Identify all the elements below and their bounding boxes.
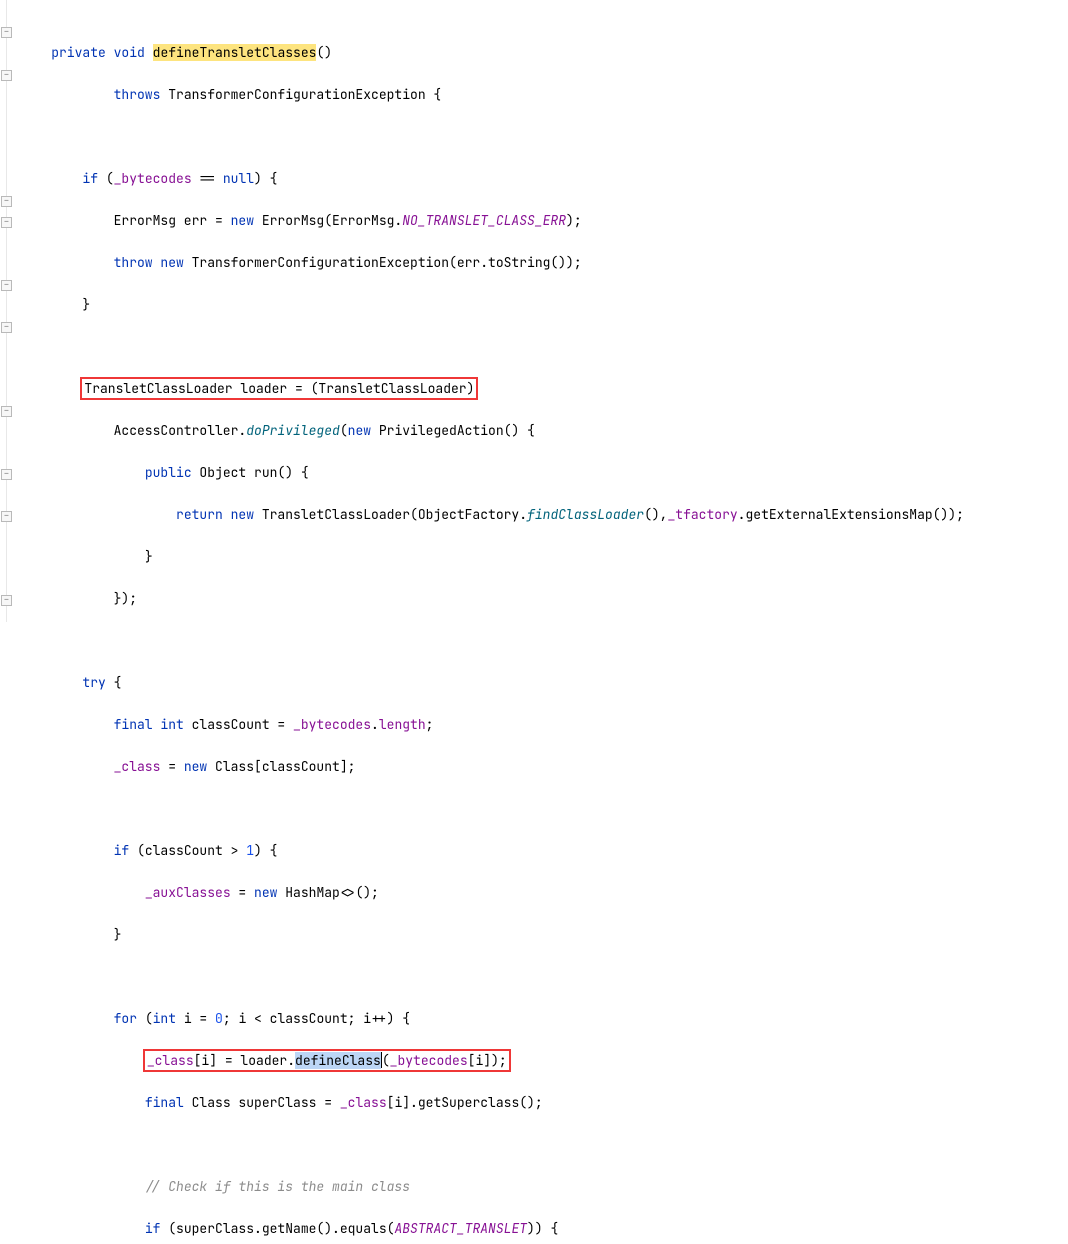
text: = [231, 884, 254, 901]
text: [i].getSuperclass(); [387, 1094, 543, 1111]
keyword-new: new [184, 758, 207, 775]
type-name: TransformerConfigurationException { [160, 86, 441, 103]
paren: () [316, 44, 332, 61]
keyword-new: new [254, 884, 277, 901]
text: ) { [254, 170, 277, 187]
text: ErrorMsg err = [114, 212, 231, 229]
field-length: length [379, 716, 426, 733]
text: ErrorMsg(ErrorMsg. [254, 212, 402, 229]
fold-marker[interactable] [1, 406, 12, 417]
text: ( [340, 422, 348, 439]
gutter [0, 0, 14, 622]
text: AccessController. [114, 422, 247, 439]
fold-marker[interactable] [1, 595, 12, 606]
text: Class[classCount]; [207, 758, 355, 775]
field-bytecodes: _bytecodes [293, 716, 371, 733]
text: ); [566, 212, 582, 229]
field-auxclasses: _auxClasses [145, 884, 231, 901]
text: (classCount > [129, 842, 246, 859]
text: ; i < classCount; i++) { [223, 1010, 410, 1027]
method-doprivileged: doPrivileged [246, 422, 340, 439]
highlight-box-1: TransletClassLoader loader = (TransletCl… [80, 377, 478, 400]
number-1: 1 [246, 842, 254, 859]
keyword-int: int [153, 1010, 176, 1027]
keyword-if: if [114, 842, 130, 859]
method-name-highlight: defineTransletClasses [153, 44, 317, 61]
fold-marker[interactable] [1, 322, 12, 333]
field-tfactory: _tfactory [667, 506, 737, 523]
fold-marker[interactable] [1, 70, 12, 81]
text: TransformerConfigurationException(err.to… [184, 254, 582, 271]
keyword-throw-new: throw new [114, 254, 184, 271]
keyword-void: void [106, 44, 145, 61]
text: (), [644, 506, 667, 523]
text-caret [381, 1052, 382, 1068]
text: { [106, 674, 122, 691]
code-editor[interactable]: private void defineTransletClasses() thr… [0, 0, 1068, 622]
code-area[interactable]: private void defineTransletClasses() thr… [14, 0, 1068, 622]
text: Object run() { [192, 464, 309, 481]
brace: } [82, 296, 90, 313]
text: .getExternalExtensionsMap()); [738, 506, 964, 523]
fold-marker[interactable] [1, 27, 12, 38]
brace: } [114, 926, 122, 943]
keyword-for: for [114, 1010, 137, 1027]
fold-marker[interactable] [1, 196, 12, 207]
constant-abstract-translet: ABSTRACT_TRANSLET [394, 1220, 527, 1237]
keyword-if: if [145, 1220, 161, 1237]
text: ) { [254, 842, 277, 859]
text: Class superClass = [184, 1094, 340, 1111]
keyword-try: try [82, 674, 105, 691]
text: = [160, 758, 183, 775]
field-bytecodes: _bytecodes [114, 170, 192, 187]
comment-check-main: // Check if this is the main class [145, 1178, 410, 1195]
text: i = [176, 1010, 215, 1027]
keyword-private: private [51, 44, 106, 61]
text: HashMap<>(); [277, 884, 378, 901]
text: TransletClassLoader(ObjectFactory. [254, 506, 527, 523]
fold-marker[interactable] [1, 469, 12, 480]
keyword-null: null [223, 170, 254, 187]
field-class: _class [114, 758, 161, 775]
constant-no-translet: NO_TRANSLET_CLASS_ERR [402, 212, 566, 229]
semi: ; [426, 716, 434, 733]
keyword-new: new [231, 212, 254, 229]
op-eq: == [192, 170, 223, 187]
dot: . [371, 716, 379, 733]
keyword-if: if [82, 170, 98, 187]
fold-marker[interactable] [1, 511, 12, 522]
text: (superClass.getName().equals( [160, 1220, 394, 1237]
fold-marker[interactable] [1, 217, 12, 228]
highlight-box-2: _class[i] = loader.defineClass(_bytecode… [143, 1049, 511, 1072]
text: PrivilegedAction() { [371, 422, 535, 439]
method-findclassloader: findClassLoader [527, 506, 644, 523]
text: }); [114, 590, 137, 607]
field-class: _class [340, 1094, 387, 1111]
text: )) { [527, 1220, 558, 1237]
text: classCount = [184, 716, 293, 733]
keyword-return-new: return new [176, 506, 254, 523]
keyword-new: new [348, 422, 371, 439]
number-0: 0 [215, 1010, 223, 1027]
keyword-throws: throws [114, 86, 161, 103]
brace: } [145, 548, 153, 565]
text: ( [137, 1010, 153, 1027]
text: ( [98, 170, 114, 187]
keyword-final-int: final int [114, 716, 184, 733]
fold-marker[interactable] [1, 280, 12, 291]
keyword-final: final [145, 1094, 184, 1111]
keyword-public: public [145, 464, 192, 481]
